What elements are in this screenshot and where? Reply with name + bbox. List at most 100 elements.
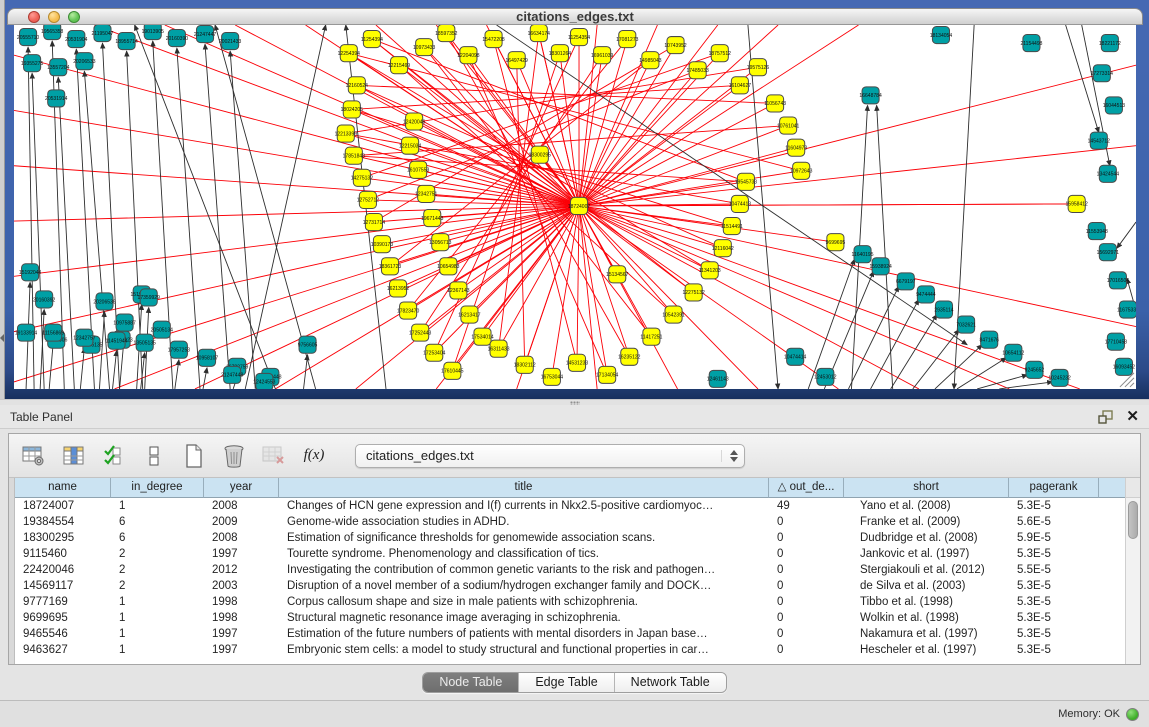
network-node[interactable]: 15958412 xyxy=(1066,195,1089,212)
network-node[interactable]: 12367143 xyxy=(447,282,470,299)
select-all-icon[interactable] xyxy=(101,443,127,469)
network-window-titlebar[interactable]: citations_edges.txt xyxy=(7,8,1143,25)
close-panel-icon[interactable]: ✕ xyxy=(1126,411,1139,423)
network-node[interactable]: 18300295 xyxy=(529,146,552,163)
table-row[interactable]: 1872400712008Changes of HCN gene express… xyxy=(15,498,1125,514)
network-node[interactable]: 11640195 xyxy=(852,246,874,263)
network-node[interactable]: 17252443 xyxy=(409,324,432,341)
network-node[interactable]: 12213399 xyxy=(335,125,358,142)
network-node[interactable]: 13056713 xyxy=(429,234,452,251)
network-node[interactable]: 16961039 xyxy=(591,47,614,64)
network-node[interactable]: 18361723 xyxy=(379,258,402,275)
column-header-short[interactable]: short xyxy=(844,478,1009,498)
show-columns-icon[interactable] xyxy=(61,443,87,469)
network-node[interactable]: 20206536 xyxy=(93,293,116,310)
column-header-year[interactable]: year xyxy=(204,478,279,498)
deselect-all-icon[interactable] xyxy=(141,443,167,469)
table-row[interactable]: 969969511998Structural magnetic resonanc… xyxy=(15,610,1125,626)
network-node[interactable]: 9756605 xyxy=(298,336,318,353)
network-node[interactable]: 16213952 xyxy=(387,280,410,297)
network-node[interactable]: 19545733 xyxy=(735,173,758,190)
network-node[interactable]: 19133914 xyxy=(15,324,38,341)
network-node[interactable]: 17710458 xyxy=(1105,333,1128,350)
float-panel-icon[interactable] xyxy=(1098,410,1114,424)
table-row[interactable]: 946554611997Estimation of the future num… xyxy=(15,626,1125,642)
network-node[interactable]: 20531904 xyxy=(65,31,88,48)
network-node[interactable]: 10973433 xyxy=(413,39,436,56)
tab-node-table[interactable]: Node Table xyxy=(423,673,519,692)
network-node[interactable]: 16107553 xyxy=(407,161,430,178)
network-node[interactable]: 14531233 xyxy=(566,354,589,371)
network-node[interactable]: 17081273 xyxy=(616,31,639,48)
network-node[interactable]: 15692971 xyxy=(1097,244,1120,261)
network-node[interactable]: 6679197 xyxy=(896,273,916,290)
network-node[interactable]: 20160390 xyxy=(166,30,189,47)
network-canvas[interactable]: 1225439411254394122154991097343318597352… xyxy=(14,25,1136,389)
network-node[interactable]: 17253404 xyxy=(423,344,446,361)
network-node[interactable]: 21247447 xyxy=(194,26,217,43)
network-node[interactable]: 8471676 xyxy=(979,331,999,348)
network-node[interactable]: 17610445 xyxy=(441,362,464,379)
network-node[interactable]: 16104627 xyxy=(729,77,752,94)
network-node[interactable]: 11675333 xyxy=(1117,301,1136,318)
network-node[interactable]: 10743952 xyxy=(664,37,687,54)
network-node[interactable]: 10474413 xyxy=(729,195,752,212)
network-window[interactable]: citations_edges.txt 12254394112543941221… xyxy=(7,8,1143,396)
network-node[interactable]: 18134054 xyxy=(930,27,953,44)
table-row[interactable]: 2242004622012Investigating the contribut… xyxy=(15,562,1125,578)
network-node[interactable]: 17134054 xyxy=(596,366,619,383)
network-node[interactable]: 11514491 xyxy=(721,218,743,235)
column-header-outde[interactable]: △ out_de... xyxy=(769,478,844,498)
left-split-divider[interactable] xyxy=(0,0,5,399)
network-node[interactable]: 12275132 xyxy=(682,284,705,301)
network-node[interactable]: 13424544 xyxy=(1097,165,1120,182)
network-node[interactable]: 2935114 xyxy=(934,301,953,318)
network-node[interactable]: 16044513 xyxy=(1103,97,1126,114)
network-node[interactable]: 20531914 xyxy=(45,90,68,107)
network-node[interactable]: 12420046 xyxy=(403,113,426,130)
network-node[interactable]: 10390173 xyxy=(371,236,394,253)
network-node[interactable]: 12160524 xyxy=(346,77,369,94)
network-node[interactable]: 11254354 xyxy=(568,29,590,46)
network-node[interactable]: 14985043 xyxy=(639,52,662,69)
network-node[interactable]: 12342757 xyxy=(73,329,96,346)
network-node[interactable]: 10958107 xyxy=(196,349,219,366)
network-node[interactable]: 16093452 xyxy=(1113,358,1136,375)
network-node[interactable]: 16235122 xyxy=(618,348,641,365)
network-node[interactable]: 17273314 xyxy=(1091,65,1114,82)
network-node[interactable]: 15192044 xyxy=(19,264,42,281)
table-selector-dropdown[interactable]: citations_edges.txt xyxy=(355,444,745,468)
network-node[interactable]: 19565358 xyxy=(41,25,64,40)
network-node[interactable]: 12461143 xyxy=(707,370,729,387)
tab-network-table[interactable]: Network Table xyxy=(615,673,726,692)
table-mode-icon[interactable] xyxy=(21,443,47,469)
table-row[interactable]: 977716911998Corpus callosum shape and si… xyxy=(15,594,1125,610)
network-node[interactable]: 12731714 xyxy=(363,214,386,231)
network-node[interactable]: 19671443 xyxy=(421,210,444,227)
network-node[interactable]: 17485033 xyxy=(686,62,709,79)
network-node[interactable]: 9245652 xyxy=(1025,361,1045,378)
network-node[interactable]: 18024205 xyxy=(341,101,364,118)
network-node[interactable]: 20206533 xyxy=(73,53,96,70)
table-row[interactable]: 1938455462009Genome-wide association stu… xyxy=(15,514,1125,530)
network-node[interactable]: 17359929 xyxy=(138,289,161,306)
network-node[interactable]: 17823470 xyxy=(397,302,420,319)
network-node[interactable]: 10972643 xyxy=(790,162,813,179)
column-header-indegree[interactable]: in_degree xyxy=(111,478,204,498)
network-node[interactable]: 21154498 xyxy=(1020,35,1042,52)
network-node[interactable]: 13505135 xyxy=(134,334,157,351)
network-node[interactable]: 16634174 xyxy=(528,25,551,42)
table-row[interactable]: 1830029562008Estimation of significance … xyxy=(15,530,1125,546)
network-node[interactable]: 19575126 xyxy=(747,59,770,76)
network-node[interactable]: 11341203 xyxy=(699,262,721,279)
network-node[interactable]: 16213417 xyxy=(458,306,481,323)
network-node[interactable]: 19355275 xyxy=(21,55,44,72)
network-node[interactable]: 12424553 xyxy=(253,373,276,389)
network-node[interactable]: 17957253 xyxy=(168,341,191,358)
network-node[interactable]: 11254394 xyxy=(361,31,383,48)
network-node[interactable]: 20555710 xyxy=(17,29,40,46)
network-node[interactable]: 21195047 xyxy=(91,25,113,42)
network-node[interactable]: 10245232 xyxy=(1048,369,1071,386)
network-node[interactable]: 10654112 xyxy=(1002,344,1024,361)
network-node[interactable]: 16648784 xyxy=(859,87,882,104)
